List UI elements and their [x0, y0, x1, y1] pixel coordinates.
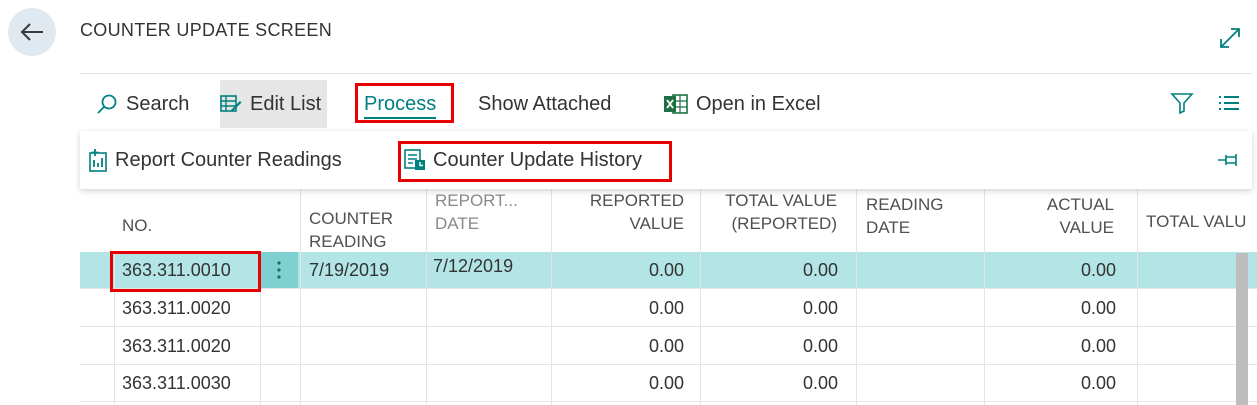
- header-divider: [551, 189, 552, 251]
- search-label: Search: [126, 92, 190, 115]
- cell-actual-value[interactable]: 0.00: [990, 365, 1116, 401]
- more-options-icon: [277, 261, 281, 279]
- filter-icon[interactable]: [1170, 92, 1194, 114]
- table-row[interactable]: 363.311.0020 0.00 0.00 0.00: [80, 328, 1257, 365]
- show-attached-action[interactable]: Show Attached: [478, 80, 611, 128]
- history-highlight-box: [398, 141, 672, 182]
- show-attached-label: Show Attached: [478, 92, 612, 115]
- header-divider: [700, 189, 701, 251]
- cell-no[interactable]: 363.311.0030: [122, 365, 231, 401]
- grid-line: [856, 251, 857, 405]
- vertical-scrollbar[interactable]: [1236, 253, 1248, 405]
- row-no-highlight-box: [110, 251, 261, 292]
- header-divider: [1137, 189, 1138, 251]
- cell-actual-value[interactable]: 0.00: [990, 290, 1116, 326]
- grid-line: [551, 251, 552, 405]
- edit-list-action[interactable]: Edit List: [220, 80, 328, 128]
- cell-counter-reading[interactable]: 7/19/2019: [309, 252, 389, 288]
- cell-reported-date[interactable]: 7/12/2019: [433, 248, 513, 284]
- grid-line: [700, 251, 701, 405]
- pin-icon[interactable]: [1216, 150, 1240, 170]
- edit-list-label: Edit List: [250, 92, 322, 115]
- cell-reported-value[interactable]: 0.00: [550, 328, 684, 364]
- excel-icon: [664, 93, 688, 115]
- report-counter-readings-label: Report Counter Readings: [115, 148, 342, 171]
- column-header-total-value-reported[interactable]: TOTAL VALUE (REPORTED): [707, 189, 837, 251]
- list-view-icon[interactable]: [1218, 94, 1240, 112]
- action-bar: Search Edit List Process Show Attached O…: [80, 80, 1257, 128]
- expand-icon[interactable]: [1218, 26, 1242, 50]
- header-divider: [300, 189, 301, 251]
- process-menu-panel: Report Counter Readings Counter Update H…: [80, 131, 1252, 189]
- column-header-reading-date[interactable]: READING DATE: [866, 189, 966, 251]
- cell-total-value-reported[interactable]: 0.00: [700, 252, 838, 288]
- open-in-excel-action[interactable]: Open in Excel: [664, 80, 821, 128]
- table-row[interactable]: 363.311.0030 0.00 0.00 0.00: [80, 365, 1257, 402]
- page-title: COUNTER UPDATE SCREEN: [80, 20, 332, 40]
- report-icon: [88, 148, 108, 172]
- column-header-reported-value[interactable]: REPORTED VALUE: [558, 189, 684, 251]
- title-divider: [80, 73, 1252, 74]
- cell-no[interactable]: 363.311.0020: [122, 290, 231, 326]
- cell-actual-value[interactable]: 0.00: [990, 252, 1116, 288]
- header-divider: [984, 189, 985, 251]
- cell-no[interactable]: 363.311.0020: [122, 328, 231, 364]
- search-icon: [96, 93, 118, 115]
- column-header-total-value[interactable]: TOTAL VALU: [1146, 189, 1257, 251]
- grid-line: [300, 251, 301, 405]
- search-action[interactable]: Search: [96, 80, 189, 128]
- edit-list-icon: [220, 94, 242, 114]
- column-header-counter-reading[interactable]: COUNTER READING: [309, 189, 419, 251]
- grid-line: [1137, 251, 1138, 405]
- open-in-excel-label: Open in Excel: [696, 92, 821, 115]
- cell-reported-value[interactable]: 0.00: [550, 290, 684, 326]
- header-divider: [426, 189, 427, 251]
- process-highlight-box: [355, 83, 454, 123]
- column-header-actual-value[interactable]: ACTUAL VALUE: [1010, 189, 1114, 251]
- back-arrow-icon: [20, 23, 43, 41]
- cell-reported-value[interactable]: 0.00: [550, 365, 684, 401]
- grid-line: [426, 251, 427, 405]
- report-counter-readings-action[interactable]: Report Counter Readings: [88, 131, 342, 189]
- cell-total-value-reported[interactable]: 0.00: [700, 365, 838, 401]
- cell-total-value-reported[interactable]: 0.00: [700, 290, 838, 326]
- cell-total-value-reported[interactable]: 0.00: [700, 328, 838, 364]
- column-header-reported-date[interactable]: REPORT... DATE: [435, 189, 535, 251]
- back-button[interactable]: [8, 8, 56, 56]
- counter-grid: NO. COUNTER READING REPORT... DATE REPOR…: [80, 189, 1257, 405]
- column-header-no[interactable]: NO.: [122, 189, 252, 251]
- more-options-button[interactable]: [260, 252, 298, 288]
- cell-actual-value[interactable]: 0.00: [990, 328, 1116, 364]
- table-row[interactable]: 363.311.0020 0.00 0.00 0.00: [80, 290, 1257, 327]
- header-divider: [856, 189, 857, 251]
- cell-reported-value[interactable]: 0.00: [550, 252, 684, 288]
- grid-line: [984, 251, 985, 405]
